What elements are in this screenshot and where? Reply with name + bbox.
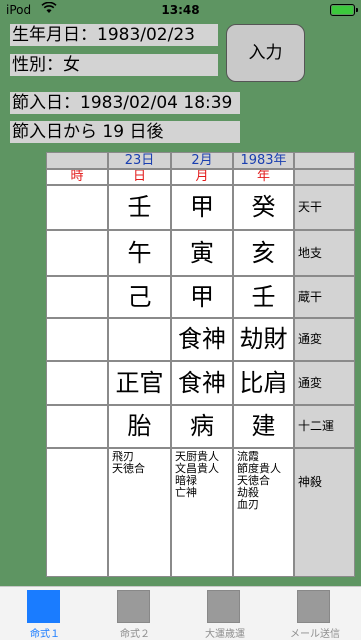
date-header-month: 2月 — [171, 152, 233, 169]
hidden-hour — [46, 276, 108, 318]
tsuhen2-year: 比肩 — [233, 361, 294, 405]
branch-hour — [46, 230, 108, 276]
pillar-label-blank — [294, 169, 355, 185]
shinsatsu-year: 流霞 節度貴人 天徳合 劫殺 血刃 — [233, 448, 294, 577]
status-bar: iPod 13:48 — [0, 0, 361, 20]
shinsatsu-row-label: 神殺 — [294, 448, 355, 577]
stem-day: 壬 — [108, 185, 171, 230]
input-button[interactable]: 入力 — [226, 24, 305, 82]
branch-day: 午 — [108, 230, 171, 276]
branch-year: 亥 — [233, 230, 294, 276]
pillar-year: 年 — [233, 169, 294, 185]
gender-field: 性別：女 — [10, 54, 218, 76]
tsuhen1-year: 劫財 — [233, 318, 294, 361]
hidden-year: 壬 — [233, 276, 294, 318]
tsuhen1-hour — [46, 318, 108, 361]
pillar-day: 日 — [108, 169, 171, 185]
shinsatsu-day: 飛刃 天徳合 — [108, 448, 171, 577]
pillar-month: 月 — [171, 169, 233, 185]
tsuhen1-row-label: 通変 — [294, 318, 355, 361]
tsuhen1-month: 食神 — [171, 318, 233, 361]
shinsatsu-item: 天徳合 — [112, 462, 145, 475]
tab-mail-icon — [297, 590, 330, 623]
tsuhen2-hour — [46, 361, 108, 405]
date-header-year: 1983年 — [233, 152, 294, 169]
hidden-month: 甲 — [171, 276, 233, 318]
twelve-month: 病 — [171, 405, 233, 448]
branch-month: 寅 — [171, 230, 233, 276]
hidden-day: 己 — [108, 276, 171, 318]
stem-year: 癸 — [233, 185, 294, 230]
twelve-row-label: 十二運 — [294, 405, 355, 448]
stem-month: 甲 — [171, 185, 233, 230]
setsuiri-date-field: 節入日：1983/02/04 18:39 — [10, 92, 240, 114]
twelve-year: 建 — [233, 405, 294, 448]
shinsatsu-month: 天厨貴人 文昌貴人 暗禄 亡神 — [171, 448, 233, 577]
date-header-hour — [46, 152, 108, 169]
shinsatsu-hour — [46, 448, 108, 577]
tab-bar: 命式１ 命式２ 大運歳運 メール送信 — [0, 586, 361, 640]
tsuhen2-row-label: 通変 — [294, 361, 355, 405]
tab-label: 大運歳運 — [205, 629, 245, 640]
shinsatsu-item: 亡神 — [175, 486, 197, 499]
twelve-day: 胎 — [108, 405, 171, 448]
tab-label: 命式１ — [30, 629, 60, 640]
date-header-day: 23日 — [108, 152, 171, 169]
battery-icon — [330, 4, 358, 16]
meishiki-chart: 23日 2月 1983年 時 日 月 年 壬 甲 癸 天干 午 寅 亥 地支 己… — [46, 152, 355, 577]
tab-taiun[interactable]: 大運歳運 — [180, 587, 270, 640]
stem-hour — [46, 185, 108, 230]
branch-row-label: 地支 — [294, 230, 355, 276]
tab-meishiki2-icon — [117, 590, 150, 623]
tsuhen1-day — [108, 318, 171, 361]
tab-label: メール送信 — [290, 629, 340, 640]
tab-mail[interactable]: メール送信 — [270, 587, 360, 640]
hidden-row-label: 蔵干 — [294, 276, 355, 318]
tab-label: 命式２ — [120, 629, 150, 640]
shinsatsu-item: 血刃 — [237, 498, 259, 511]
tab-meishiki2[interactable]: 命式２ — [90, 587, 180, 640]
birthdate-field: 生年月日：1983/02/23 — [10, 24, 218, 46]
tsuhen2-day: 正官 — [108, 361, 171, 405]
twelve-hour — [46, 405, 108, 448]
tab-taiun-icon — [207, 590, 240, 623]
clock: 13:48 — [161, 3, 200, 17]
pillar-hour: 時 — [46, 169, 108, 185]
stem-row-label: 天干 — [294, 185, 355, 230]
tsuhen2-month: 食神 — [171, 361, 233, 405]
date-header-blank — [294, 152, 355, 169]
tab-meishiki1[interactable]: 命式１ — [0, 587, 90, 640]
setsuiri-after-field: 節入日から 19 日後 — [10, 121, 240, 143]
tab-meishiki1-icon — [27, 590, 60, 623]
